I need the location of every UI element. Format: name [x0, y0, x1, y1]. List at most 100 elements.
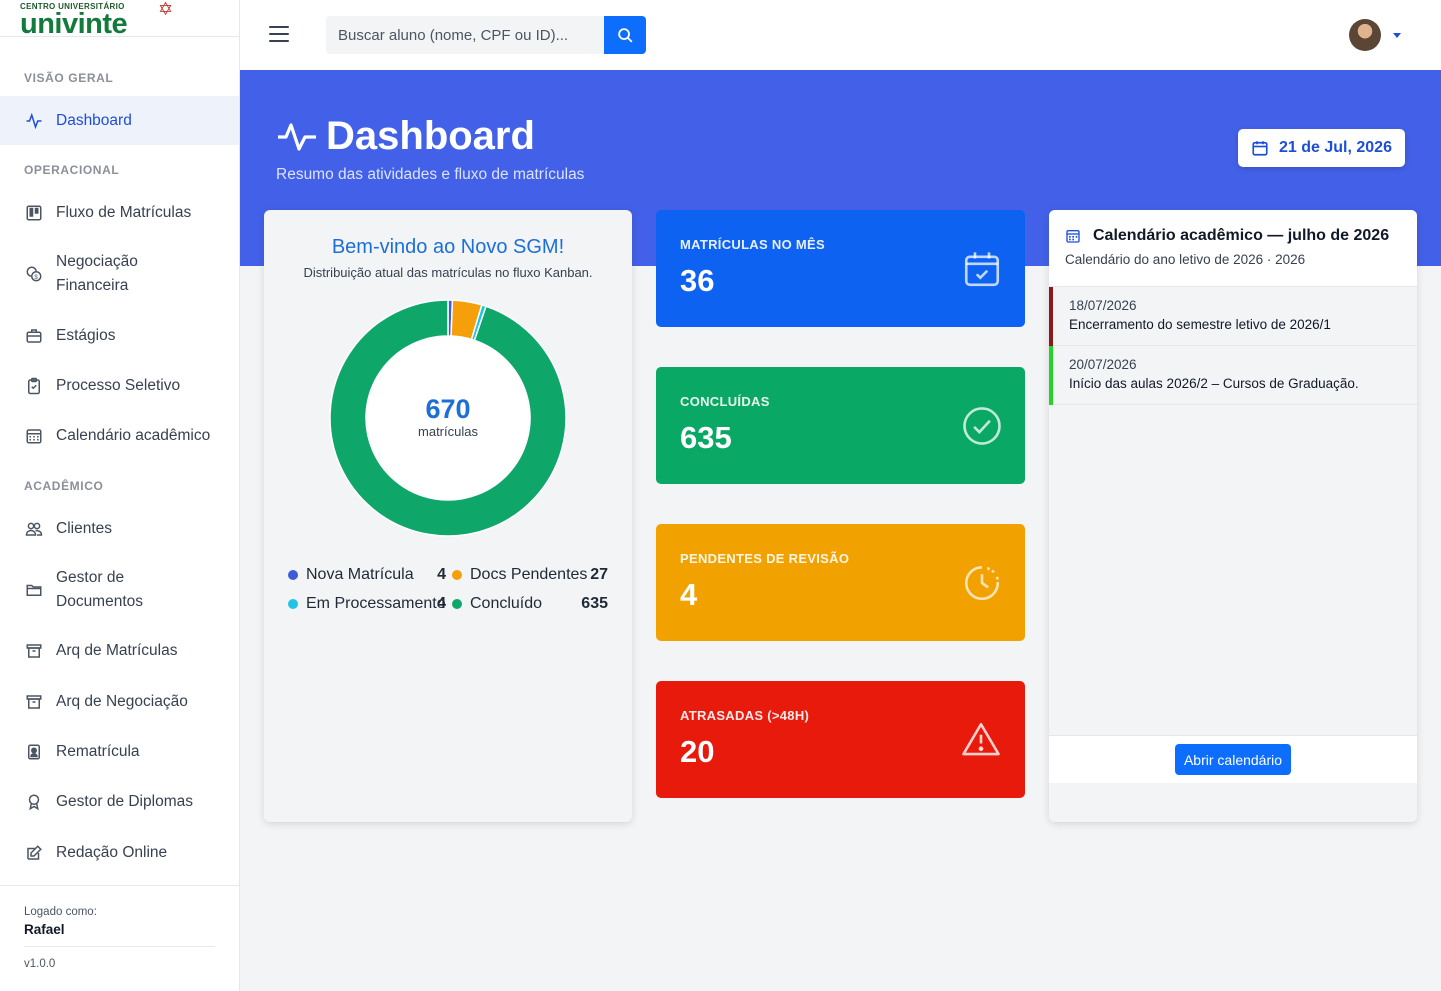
- sidebar-footer: Logado como: Rafael v1.0.0: [0, 885, 239, 991]
- page-title: Dashboard: [276, 114, 535, 159]
- brand-logo[interactable]: CENTRO UNIVERSITÁRIO univinte ✡: [0, 0, 239, 40]
- sidebar-item-label: Calendário acadêmico: [56, 427, 211, 444]
- sidebar-item-label: Estágios: [56, 327, 116, 344]
- calendar-title-text: Calendário acadêmico — julho de 2026: [1093, 227, 1390, 244]
- legend-label: Nova Matrícula: [306, 566, 414, 583]
- legend-item-docs-pendentes: Docs Pendentes: [452, 566, 587, 584]
- sidebar-item-arq-matriculas[interactable]: Arq de Matrículas: [0, 627, 239, 675]
- legend-label: Docs Pendentes: [470, 566, 588, 583]
- award-icon: [24, 792, 44, 812]
- stat-label: PENDENTES DE REVISÃO: [680, 551, 850, 566]
- sidebar-item-processo-seletivo[interactable]: Processo Seletivo: [0, 362, 239, 410]
- sidebar-item-label: Dashboard: [56, 111, 132, 129]
- warning-icon: [962, 722, 1000, 756]
- sidebar-item-label: Redação Online: [56, 844, 168, 861]
- sidebar-item-dashboard[interactable]: Dashboard: [0, 96, 239, 145]
- stat-value: 36: [680, 263, 715, 298]
- legend-item-nova-matricula: Nova Matrícula: [288, 566, 414, 584]
- date-button[interactable]: 21 de Jul, 2026: [1238, 129, 1405, 167]
- sidebar-item-arq-negociacao[interactable]: Arq de Negociação: [0, 678, 239, 726]
- briefcase-icon: [24, 326, 44, 346]
- legend-label: Em Processamento: [306, 595, 446, 612]
- sidebar-item-rematricula[interactable]: Rematrícula: [0, 728, 239, 776]
- sidebar-item-label: Rematrícula: [56, 743, 140, 760]
- user-avatar[interactable]: [1349, 19, 1381, 51]
- sidebar-item-gestor-documentos[interactable]: Gestor de Documentos: [0, 566, 239, 614]
- stat-value: 20: [680, 734, 715, 769]
- sidebar-item-label: Gestor de Diplomas: [56, 793, 193, 810]
- sidebar-item-clientes[interactable]: Clientes: [0, 505, 239, 553]
- sidebar-item-label: Arq de Negociação: [56, 693, 188, 710]
- welcome-subtitle: Distribuição atual das matrículas no flu…: [303, 265, 593, 280]
- event-color-bar: [1049, 287, 1053, 346]
- logged-user: Rafael: [24, 922, 215, 947]
- donut-total-label: matrículas: [418, 424, 478, 439]
- menu-toggle-icon[interactable]: [269, 26, 289, 44]
- chevron-down-icon[interactable]: [1393, 33, 1401, 38]
- legend-dot: [288, 599, 298, 609]
- stat-label: MATRÍCULAS NO MÊS: [680, 237, 825, 252]
- legend-value: 27: [590, 566, 608, 583]
- folder-icon: [24, 580, 44, 600]
- stat-label: CONCLUÍDAS: [680, 394, 770, 409]
- search-icon: [617, 27, 633, 43]
- legend-dot: [452, 570, 462, 580]
- page-title-text: Dashboard: [326, 114, 535, 158]
- stat-card-concluidas[interactable]: CONCLUÍDAS 635: [656, 367, 1025, 484]
- stat-card-atrasadas[interactable]: ATRASADAS (>48H) 20: [656, 681, 1025, 798]
- stat-value: 4: [680, 577, 698, 612]
- section-academico: ACADÊMICO: [24, 479, 104, 493]
- sidebar-item-label: Clientes: [56, 520, 112, 537]
- search-button[interactable]: [604, 16, 646, 54]
- event-color-bar: [1049, 346, 1053, 405]
- donut-center: 670 matrículas: [328, 394, 568, 439]
- legend-label: Concluído: [470, 595, 543, 612]
- legend-dot: [452, 599, 462, 609]
- open-calendar-button[interactable]: Abrir calendário: [1175, 744, 1291, 775]
- clock-icon: [964, 565, 1000, 601]
- archive-icon: [24, 641, 44, 661]
- sidebar-item-redacao-online[interactable]: Redação Online: [0, 829, 239, 877]
- logged-label: Logado como:: [24, 906, 97, 918]
- stat-card-pendentes-revisao[interactable]: PENDENTES DE REVISÃO 4: [656, 524, 1025, 641]
- search-input[interactable]: [326, 16, 604, 54]
- page-subtitle: Resumo das atividades e fluxo de matrícu…: [276, 166, 585, 183]
- sidebar-item-fluxo-matriculas[interactable]: Fluxo de Matrículas: [0, 189, 239, 237]
- sidebar: CENTRO UNIVERSITÁRIO univinte ✡ VISÃO GE…: [0, 0, 240, 991]
- sidebar-item-label: Negociação Financeira: [56, 253, 138, 294]
- people-icon: [24, 519, 44, 539]
- calendar-event[interactable]: 18/07/2026 Encerramento do semestre leti…: [1049, 287, 1417, 346]
- sidebar-item-gestor-diplomas[interactable]: Gestor de Diplomas: [0, 778, 239, 826]
- person-badge-icon: [24, 742, 44, 762]
- welcome-card: Bem-vindo ao Novo SGM! Distribuição atua…: [264, 210, 632, 822]
- calendar-footer: Abrir calendário: [1049, 735, 1417, 783]
- calendar-grid-icon: [1066, 230, 1080, 243]
- legend-value: 635: [581, 595, 608, 612]
- calendar-event[interactable]: 20/07/2026 Início das aulas 2026/2 – Cur…: [1049, 346, 1417, 405]
- calendar-card: Calendário acadêmico — julho de 2026 Cal…: [1049, 210, 1417, 822]
- legend-item-em-processamento: Em Processamento: [288, 595, 446, 613]
- legend-dot: [288, 570, 298, 580]
- sidebar-item-negociacao-financeira[interactable]: $ Negociação Financeira: [0, 250, 239, 298]
- sidebar-item-label: Gestor de Documentos: [56, 569, 144, 610]
- sidebar-item-label: Arq de Matrículas: [56, 642, 178, 659]
- sidebar-item-calendario-academico[interactable]: Calendário acadêmico: [0, 412, 239, 460]
- check-circle-icon: [963, 407, 1001, 445]
- calendar-grid-icon: [24, 426, 44, 446]
- calendar-check-icon: [964, 252, 1000, 287]
- stat-card-matriculas-mes[interactable]: MATRÍCULAS NO MÊS 36: [656, 210, 1025, 327]
- star-logo-icon: ✡: [158, 0, 174, 19]
- stat-label: ATRASADAS (>48H): [680, 708, 810, 723]
- activity-icon: [278, 122, 316, 151]
- event-description: Encerramento do semestre letivo de 2026/…: [1069, 317, 1331, 332]
- sidebar-item-label: Processo Seletivo: [56, 377, 181, 394]
- clipboard-check-icon: [24, 376, 44, 396]
- section-operacional: OPERACIONAL: [24, 163, 120, 177]
- current-date: 21 de Jul, 2026: [1279, 139, 1392, 156]
- brand-name: univinte: [20, 8, 128, 40]
- pencil-square-icon: [24, 843, 44, 863]
- event-description: Início das aulas 2026/2 – Cursos de Grad…: [1069, 376, 1359, 391]
- sidebar-item-label: Fluxo de Matrículas: [56, 204, 192, 221]
- sidebar-item-estagios[interactable]: Estágios: [0, 312, 239, 360]
- app-version: v1.0.0: [24, 958, 56, 970]
